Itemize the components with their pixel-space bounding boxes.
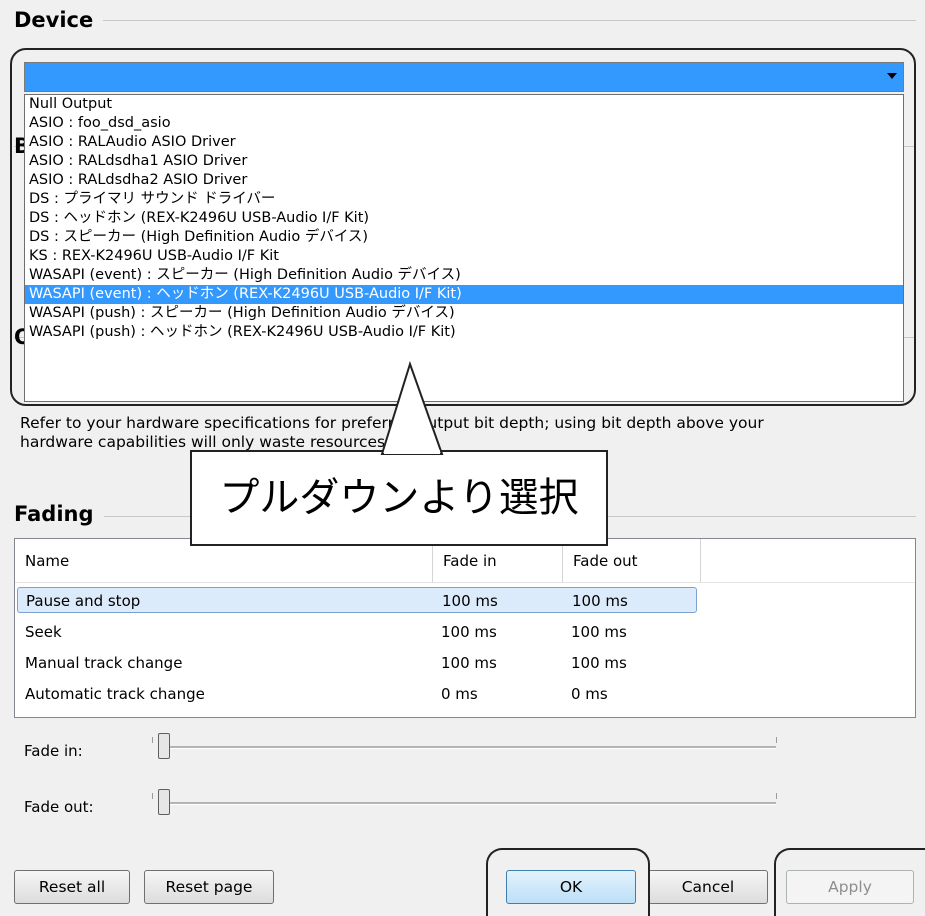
row-name: Manual track change xyxy=(25,654,183,672)
dropdown-option[interactable]: DS : プライマリ サウンド ドライバー xyxy=(25,190,903,209)
fade-in-tick xyxy=(152,737,153,743)
table-row[interactable]: Automatic track change 0 ms 0 ms xyxy=(17,681,697,707)
dropdown-option[interactable]: WASAPI (event) : ヘッドホン (REX-K2496U USB-A… xyxy=(25,285,903,304)
row-fade-in: 0 ms xyxy=(441,685,478,703)
output-format-heading-fragment: O xyxy=(14,326,24,348)
device-group-line xyxy=(14,20,916,21)
row-fade-out: 100 ms xyxy=(572,592,628,610)
table-row[interactable]: Pause and stop 100 ms 100 ms xyxy=(17,587,697,613)
dropdown-option[interactable]: WASAPI (push) : ヘッドホン (REX-K2496U USB-Au… xyxy=(25,323,903,342)
dropdown-option[interactable]: DS : ヘッドホン (REX-K2496U USB-Audio I/F Kit… xyxy=(25,209,903,228)
annotation-pointer xyxy=(380,360,444,455)
ok-button[interactable]: OK xyxy=(506,870,636,904)
fade-in-track[interactable] xyxy=(160,746,776,749)
dropdown-option[interactable]: ASIO : foo_dsd_asio xyxy=(25,114,903,133)
table-row[interactable]: Seek 100 ms 100 ms xyxy=(17,619,697,645)
fading-heading: Fading xyxy=(14,502,104,526)
cancel-button[interactable]: Cancel xyxy=(648,870,768,904)
row-fade-out: 100 ms xyxy=(571,654,627,672)
dropdown-option[interactable]: DS : スピーカー (High Definition Audio デバイス) xyxy=(25,228,903,247)
description-line-1: Refer to your hardware specifications fo… xyxy=(20,414,764,432)
row-fade-in: 100 ms xyxy=(442,592,498,610)
row-name: Seek xyxy=(25,623,62,641)
dropdown-option[interactable]: Null Output xyxy=(25,95,903,114)
dropdown-option[interactable]: ASIO : RALdsdha1 ASIO Driver xyxy=(25,152,903,171)
row-fade-in: 100 ms xyxy=(441,623,497,641)
reset-all-button[interactable]: Reset all xyxy=(14,870,130,904)
row-fade-in: 100 ms xyxy=(441,654,497,672)
chevron-down-icon[interactable] xyxy=(887,73,897,79)
buffer-heading-fragment: B xyxy=(14,135,24,157)
row-fade-out: 100 ms xyxy=(571,623,627,641)
fade-in-label: Fade in: xyxy=(24,742,83,760)
device-dropdown-list[interactable]: Null Output ASIO : foo_dsd_asio ASIO : RAL… xyxy=(24,94,904,402)
dropdown-option[interactable]: WASAPI (event) : スピーカー (High Definition … xyxy=(25,266,903,285)
row-name: Automatic track change xyxy=(25,685,205,703)
reset-page-button[interactable]: Reset page xyxy=(144,870,274,904)
dropdown-option[interactable]: WASAPI (push) : スピーカー (High Definition A… xyxy=(25,304,903,323)
fade-in-tick xyxy=(776,737,777,743)
row-fade-out: 0 ms xyxy=(571,685,608,703)
device-combo[interactable] xyxy=(24,62,904,92)
dropdown-option[interactable]: ASIO : RALdsdha2 ASIO Driver xyxy=(25,171,903,190)
fade-out-slider-thumb[interactable] xyxy=(158,789,170,815)
annotation-label: プルダウンより選択 xyxy=(190,450,608,546)
output-format-description: Refer to your hardware specifications fo… xyxy=(20,414,910,452)
dropdown-option[interactable]: KS : REX-K2496U USB-Audio I/F Kit xyxy=(25,247,903,266)
fade-out-tick xyxy=(152,793,153,799)
fade-out-tick xyxy=(776,793,777,799)
apply-button[interactable]: Apply xyxy=(786,870,914,904)
table-row[interactable]: Manual track change 100 ms 100 ms xyxy=(17,650,697,676)
fading-table[interactable]: Name Fade in Fade out Pause and stop 100… xyxy=(14,538,916,718)
column-header-spacer xyxy=(701,539,915,583)
row-name: Pause and stop xyxy=(26,592,141,610)
fade-out-track[interactable] xyxy=(160,802,776,805)
dropdown-option[interactable]: ASIO : RALAudio ASIO Driver xyxy=(25,133,903,152)
device-heading: Device xyxy=(14,8,104,32)
fade-in-slider-thumb[interactable] xyxy=(158,733,170,759)
fade-out-label: Fade out: xyxy=(24,798,94,816)
